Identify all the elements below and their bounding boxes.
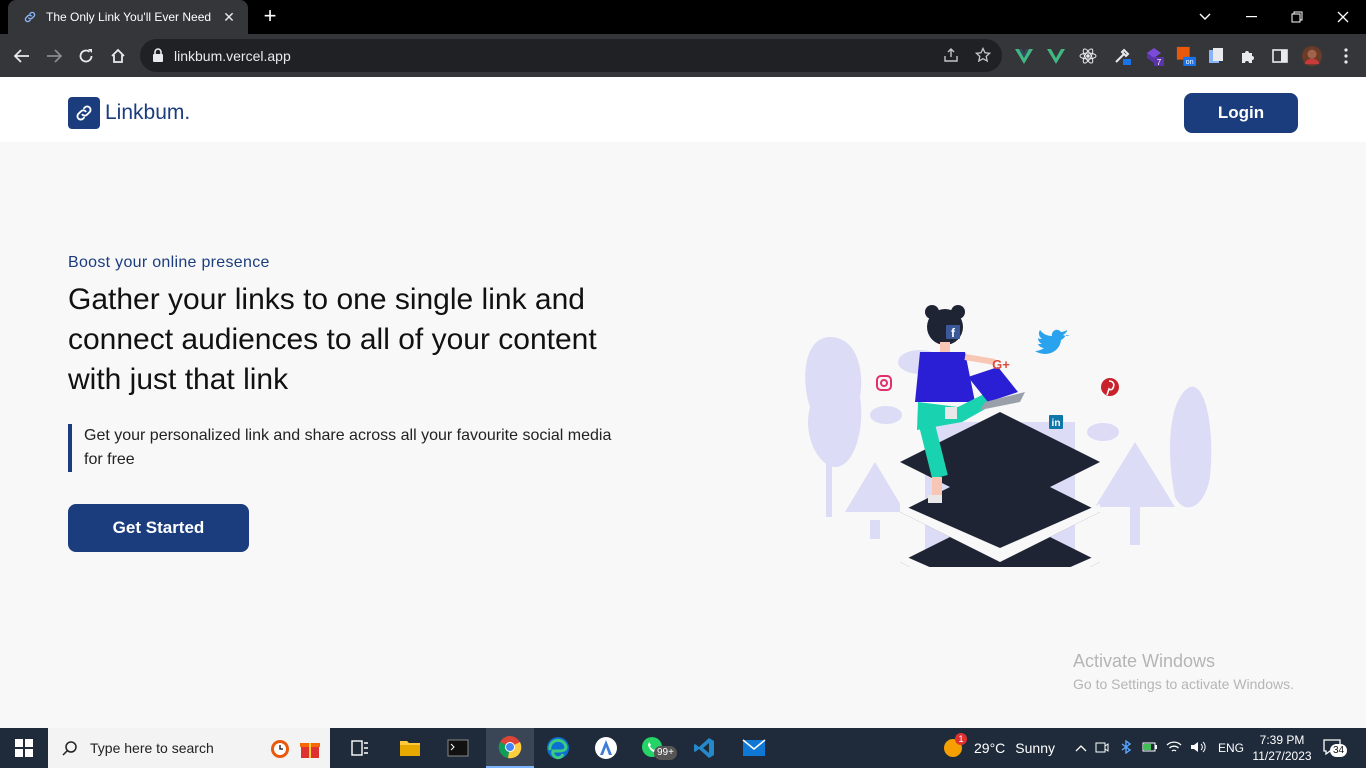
whatsapp-badge: 99+ — [654, 746, 677, 760]
search-icon — [62, 741, 77, 756]
logo-text: Linkbum. — [105, 101, 191, 124]
extension-badge-on: on — [1186, 57, 1194, 66]
forward-button[interactable] — [41, 43, 67, 69]
start-button[interactable] — [0, 728, 48, 768]
search-placeholder[interactable]: Type here to search — [90, 740, 214, 756]
twitter-icon — [1035, 329, 1070, 354]
windows-activation-watermark: Activate Windows Go to Settings to activ… — [1073, 651, 1294, 692]
pine-left — [845, 462, 905, 512]
vue-extension-icon[interactable] — [1046, 46, 1066, 66]
clock-time: 7:39 PM — [1259, 733, 1305, 747]
sun-icon: 1 — [942, 733, 967, 759]
extensions-puzzle-icon[interactable] — [1238, 46, 1258, 66]
weather-alert-badge: 1 — [955, 733, 967, 745]
alarm-clock-icon[interactable] — [268, 736, 292, 765]
browser-tab-strip: The Only Link You'll Ever Need || ✕ + — [0, 0, 1366, 34]
side-panel-icon[interactable] — [1270, 46, 1290, 66]
site-logo[interactable]: Linkbum. — [68, 97, 190, 129]
notification-count: 34 — [1330, 743, 1348, 757]
hero-illustration: f G+ in — [805, 305, 1212, 567]
hero-eyebrow: Boost your online presence — [68, 254, 270, 271]
edge-icon[interactable] — [534, 728, 582, 768]
cloud-2 — [870, 406, 902, 424]
instagram-icon — [876, 375, 892, 391]
watermark-subtitle: Go to Settings to activate Windows. — [1073, 676, 1294, 692]
url-text[interactable]: linkbum.vercel.app — [174, 48, 291, 64]
linkedin-icon: in — [1049, 415, 1063, 429]
bluetooth-icon[interactable] — [1114, 739, 1138, 757]
address-bar[interactable]: linkbum.vercel.app — [140, 39, 1002, 72]
tree-right-foliage — [1170, 386, 1212, 508]
site-header: Linkbum. Login — [0, 77, 1366, 142]
browser-menu-icon[interactable] — [1336, 46, 1356, 66]
volume-icon[interactable] — [1186, 740, 1210, 757]
restore-button[interactable] — [1274, 0, 1320, 34]
whatsapp-icon[interactable]: 99+ — [630, 728, 678, 768]
pinterest-icon — [1101, 378, 1119, 396]
browser-toolbar: linkbum.vercel.app 7 on — [0, 34, 1366, 77]
hero-subtext: Get your personalized link and share acr… — [68, 424, 628, 472]
orange-extension-icon[interactable]: on — [1176, 46, 1196, 66]
battery-icon[interactable] — [1138, 741, 1162, 756]
reload-button[interactable] — [73, 43, 99, 69]
terminal-icon[interactable] — [434, 728, 482, 768]
taskbar-search-box[interactable]: Type here to search — [48, 728, 330, 768]
extension-badge-7: 7 — [1157, 58, 1162, 66]
lock-icon[interactable] — [152, 48, 164, 67]
linkedin-icon-text: in — [1052, 418, 1061, 429]
task-view-button[interactable] — [336, 728, 384, 768]
android-studio-icon[interactable] — [582, 728, 630, 768]
language-indicator[interactable]: ENG — [1218, 741, 1244, 755]
vue-devtools-icon[interactable] — [1014, 46, 1034, 66]
bookmark-star-icon[interactable] — [974, 46, 992, 68]
clock-date: 11/27/2023 — [1252, 749, 1312, 763]
browser-tab[interactable]: The Only Link You'll Ever Need || ✕ — [8, 0, 248, 34]
pine-right — [1095, 442, 1175, 507]
wifi-icon[interactable] — [1162, 740, 1186, 757]
cloud-3 — [1087, 423, 1119, 441]
close-tab-icon[interactable]: ✕ — [220, 9, 238, 26]
tree-left-foliage — [805, 337, 862, 467]
back-button[interactable] — [9, 43, 35, 69]
vscode-icon[interactable] — [680, 728, 728, 768]
tab-search-chevron-icon[interactable] — [1182, 0, 1228, 34]
home-button[interactable] — [105, 43, 131, 69]
link-favicon-icon — [22, 9, 38, 25]
windows-taskbar: Type here to search 99+ 1 29°C Sunny ENG… — [0, 728, 1366, 768]
weather-condition: Sunny — [1015, 740, 1055, 756]
weather-temp: 29°C — [974, 740, 1006, 756]
taskbar-clock[interactable]: 7:39 PM 11/27/2023 — [1250, 732, 1314, 764]
tab-title: The Only Link You'll Ever Need || — [46, 10, 214, 24]
clipboard-extension-icon[interactable] — [1206, 46, 1226, 66]
close-window-button[interactable] — [1320, 0, 1366, 34]
chrome-taskbar-icon[interactable] — [486, 728, 534, 768]
mail-icon[interactable] — [730, 728, 778, 768]
share-icon[interactable] — [943, 47, 959, 68]
minimize-button[interactable] — [1228, 0, 1274, 34]
file-explorer-icon[interactable] — [386, 728, 434, 768]
weather-widget[interactable]: 1 29°C Sunny — [942, 728, 1055, 768]
google-plus-icon: G+ — [992, 357, 1010, 372]
hero-headline: Gather your links to one single link and… — [68, 283, 597, 396]
notification-center-button[interactable]: 34 — [1322, 728, 1348, 768]
notification-icon: 34 — [1322, 738, 1348, 759]
get-started-button[interactable]: Get Started — [68, 504, 249, 552]
facebook-icon-mark: f — [946, 325, 960, 340]
gift-icon[interactable] — [298, 736, 322, 765]
tray-overflow-chevron-icon[interactable] — [1072, 741, 1090, 755]
new-tab-button[interactable]: + — [258, 5, 282, 29]
profile-avatar[interactable] — [1302, 46, 1322, 66]
windows-logo-icon — [15, 739, 33, 757]
purple-extension-icon[interactable]: 7 — [1144, 46, 1164, 66]
system-tray: ENG — [1072, 728, 1244, 768]
login-button[interactable]: Login — [1184, 93, 1298, 133]
link-logo-icon — [68, 97, 100, 129]
eyedropper-icon[interactable] — [1112, 46, 1132, 66]
web-page: Linkbum. Login Boost your online presenc… — [0, 77, 1366, 728]
react-devtools-icon[interactable] — [1078, 46, 1098, 66]
watermark-title: Activate Windows — [1073, 651, 1216, 671]
meet-now-icon[interactable] — [1090, 740, 1114, 757]
